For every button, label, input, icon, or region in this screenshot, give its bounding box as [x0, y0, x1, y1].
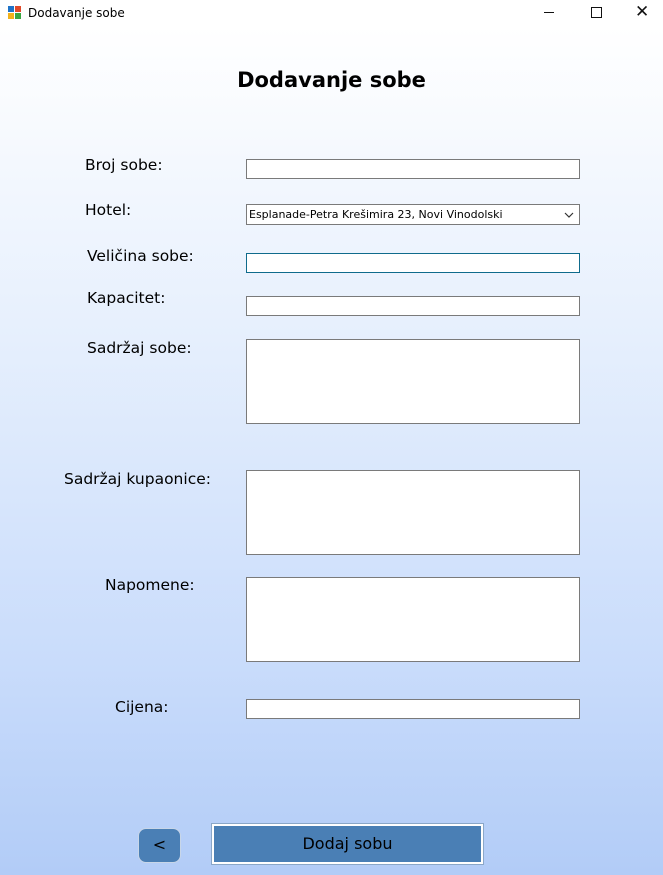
app-icon: [8, 6, 22, 20]
page-title: Dodavanje sobe: [237, 68, 426, 92]
room-contents-textarea[interactable]: [246, 339, 580, 424]
title-bar: Dodavanje sobe ✕: [0, 0, 663, 27]
bathroom-contents-textarea[interactable]: [246, 470, 580, 555]
notes-label: Napomene:: [105, 576, 195, 594]
hotel-label: Hotel:: [85, 201, 132, 219]
hotel-select-value: Esplanade-Petra Krešimira 23, Novi Vinod…: [249, 208, 503, 221]
form-panel: Dodavanje sobe Broj sobe: Hotel: Esplana…: [0, 27, 663, 875]
close-button[interactable]: ✕: [619, 0, 663, 27]
add-room-button[interactable]: Dodaj sobu: [211, 823, 484, 865]
capacity-label: Kapacitet:: [87, 289, 166, 307]
maximize-button[interactable]: [573, 0, 619, 27]
close-icon: ✕: [635, 2, 650, 22]
room-size-input[interactable]: [246, 253, 580, 273]
bathroom-contents-label: Sadržaj kupaonice:: [64, 470, 211, 488]
chevron-down-icon: [564, 212, 574, 218]
room-number-input[interactable]: [246, 159, 580, 179]
price-label: Cijena:: [115, 698, 169, 716]
minimize-icon: [544, 12, 554, 13]
window-title: Dodavanje sobe: [28, 6, 125, 20]
back-button[interactable]: <: [138, 828, 181, 863]
price-input[interactable]: [246, 699, 580, 719]
room-contents-label: Sadržaj sobe:: [87, 339, 192, 357]
notes-textarea[interactable]: [246, 577, 580, 662]
room-size-label: Veličina sobe:: [87, 247, 194, 265]
maximize-icon: [591, 7, 602, 18]
capacity-input[interactable]: [246, 296, 580, 316]
minimize-button[interactable]: [526, 0, 572, 27]
room-number-label: Broj sobe:: [85, 156, 163, 174]
hotel-select[interactable]: Esplanade-Petra Krešimira 23, Novi Vinod…: [246, 204, 580, 225]
